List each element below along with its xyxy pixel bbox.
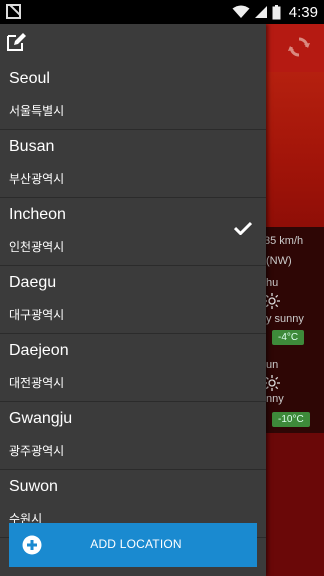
add-location-button[interactable]: ADD LOCATION: [9, 523, 257, 567]
forecast-day-1: hu: [266, 277, 279, 289]
signal-icon: [254, 6, 267, 18]
edit-icon[interactable]: [6, 32, 28, 52]
location-item[interactable]: Daegu 대구광역시: [0, 266, 266, 334]
location-name: Daegu: [9, 274, 57, 291]
sun-icon: [264, 293, 280, 309]
location-name: Seoul: [9, 70, 50, 87]
location-name: Gwangju: [9, 410, 73, 427]
check-icon: [234, 221, 252, 235]
wind-speed: 35 km/h: [264, 235, 304, 247]
forecast-condition-1: y sunny: [266, 313, 304, 325]
forecast-temp-2: -10°C: [272, 412, 310, 427]
location-name: Busan: [9, 138, 55, 155]
location-drawer: Seoul 서울특별시 Busan 부산광역시 Incheon 인천광역시 Da…: [0, 24, 266, 576]
location-name: Daejeon: [9, 342, 69, 359]
sync-icon[interactable]: [288, 36, 310, 58]
location-korean-name: 대구광역시: [9, 308, 65, 322]
location-korean-name: 광주광역시: [9, 444, 65, 458]
forecast-condition-2: nny: [266, 393, 284, 405]
forecast-day-2: un: [266, 359, 279, 371]
location-name: Suwon: [9, 478, 58, 495]
location-name: Incheon: [9, 206, 66, 223]
location-item[interactable]: Busan 부산광역시: [0, 130, 266, 198]
battery-icon: [272, 4, 281, 19]
notification-icon: [6, 4, 21, 19]
wifi-icon: [232, 5, 250, 18]
forecast-temp-1: -4°C: [272, 330, 305, 345]
location-item[interactable]: Seoul 서울특별시: [0, 62, 266, 130]
sun-icon: [264, 375, 280, 391]
location-item-selected[interactable]: Incheon 인천광역시: [0, 198, 266, 266]
location-item[interactable]: Daejeon 대전광역시: [0, 334, 266, 402]
location-korean-name: 부산광역시: [9, 172, 65, 186]
location-list: Seoul 서울특별시 Busan 부산광역시 Incheon 인천광역시 Da…: [0, 62, 266, 538]
drawer-header: [0, 24, 266, 62]
location-korean-name: 대전광역시: [9, 376, 65, 390]
location-item[interactable]: Gwangju 광주광역시: [0, 402, 266, 470]
status-icons: 4:39: [232, 0, 318, 24]
wind-direction: (NW): [266, 255, 292, 267]
status-bar: 4:39: [0, 0, 324, 24]
clock: 4:39: [288, 3, 318, 21]
location-korean-name: 서울특별시: [9, 104, 65, 118]
add-location-label: ADD LOCATION: [90, 537, 182, 551]
location-korean-name: 인천광역시: [9, 240, 65, 254]
